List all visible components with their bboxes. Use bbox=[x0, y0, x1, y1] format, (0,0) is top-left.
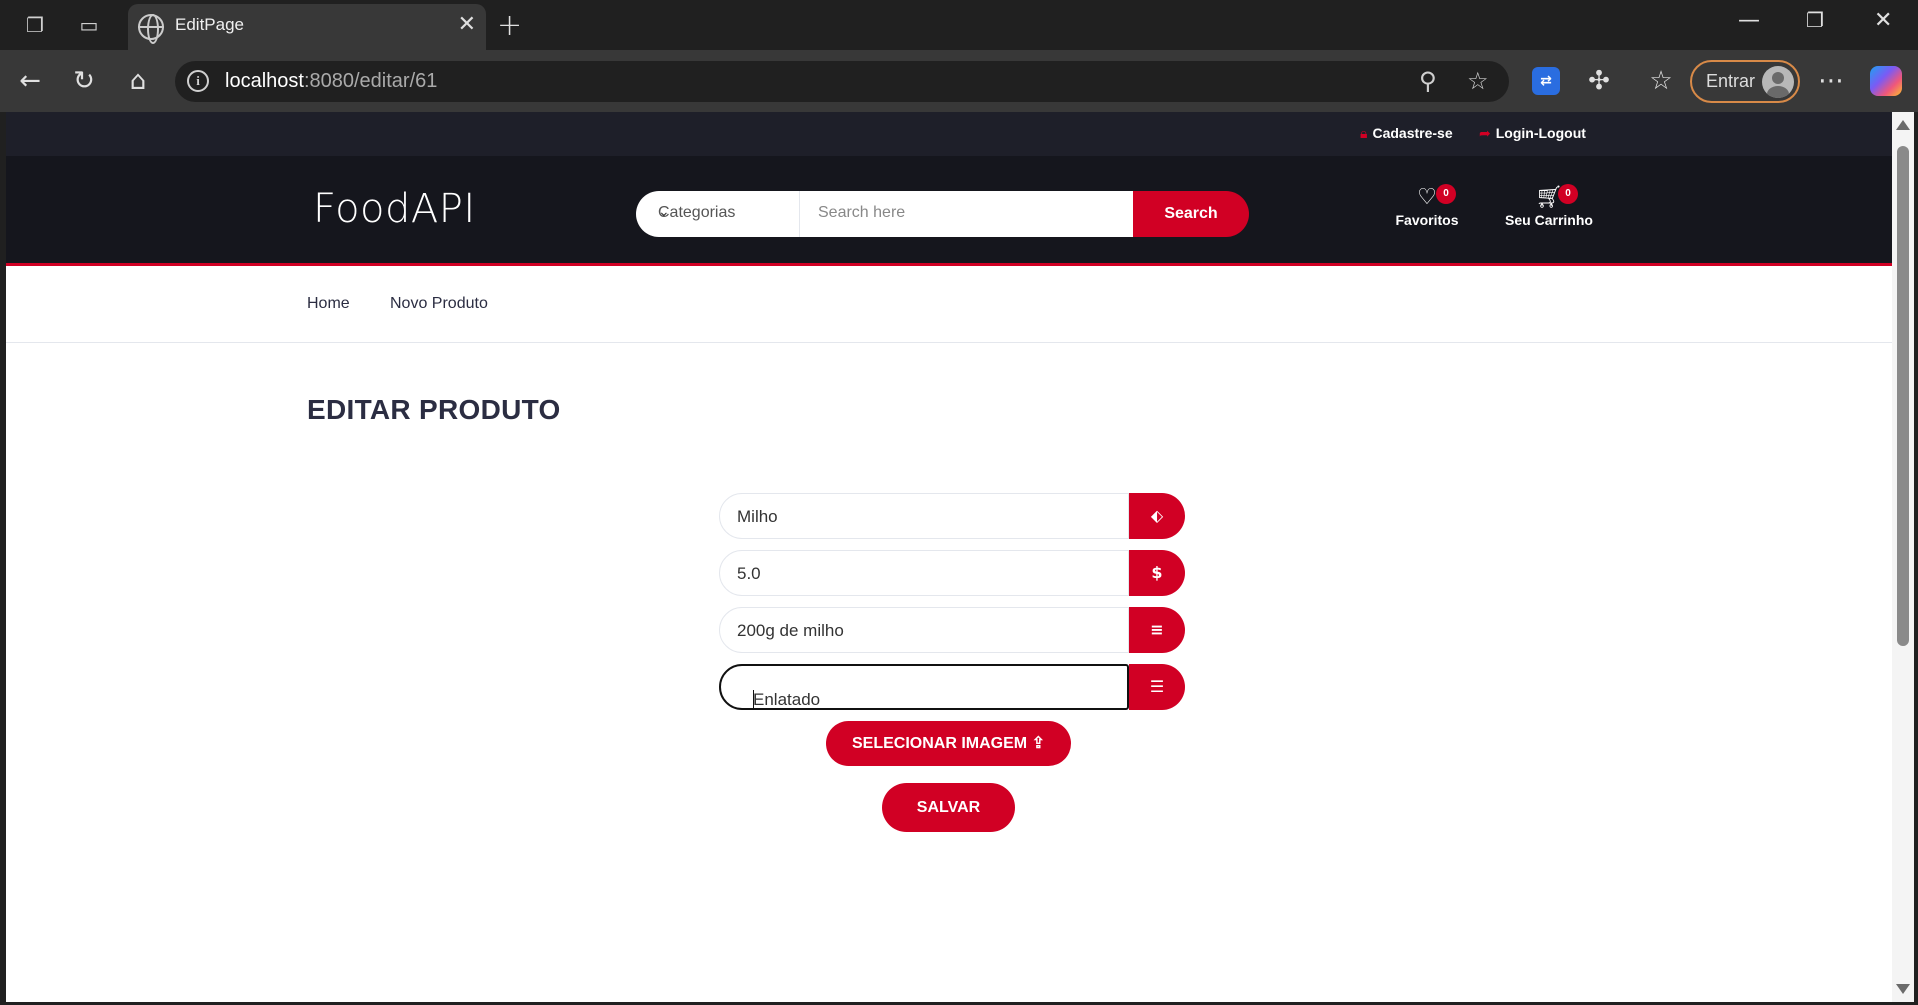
search-form: Categorias ⌄ Search here Search bbox=[636, 191, 1249, 237]
site-info-icon[interactable]: i bbox=[187, 70, 209, 92]
minimize-icon[interactable]: — bbox=[1738, 8, 1760, 33]
browser-toolbar: ← ↻ ⌂ i localhost:8080/editar/61 ⚲ ☆ ⇄ ✣… bbox=[0, 50, 1918, 112]
extensions-puzzle-icon[interactable]: ✣ bbox=[1582, 64, 1616, 98]
text-caret bbox=[753, 690, 754, 710]
new-tab-icon[interactable]: + bbox=[497, 8, 522, 43]
refresh-icon[interactable]: ↻ bbox=[67, 64, 101, 98]
product-category-input[interactable]: Enlatado bbox=[719, 664, 1129, 710]
browser-tab[interactable]: EditPage ✕ bbox=[128, 4, 486, 50]
zoom-icon[interactable]: ⚲ bbox=[1419, 67, 1437, 95]
product-category-field: Enlatado ☰ bbox=[719, 664, 1185, 710]
profile-button[interactable]: Entrar bbox=[1690, 60, 1800, 103]
align-left-icon: ≡ bbox=[1129, 607, 1185, 653]
url-text[interactable]: localhost:8080/editar/61 bbox=[225, 70, 437, 93]
close-window-icon[interactable]: ✕ bbox=[1874, 8, 1892, 33]
product-price-input[interactable]: 5.0 bbox=[719, 550, 1129, 596]
scroll-down-icon[interactable] bbox=[1896, 984, 1910, 994]
favorite-star-icon[interactable]: ☆ bbox=[1467, 67, 1489, 95]
cart-icon: 🛒︎ bbox=[1535, 184, 1563, 209]
login-logout-link[interactable]: ➦ Login-Logout bbox=[1479, 125, 1586, 142]
product-description-input[interactable]: 200g de milho bbox=[719, 607, 1129, 653]
globe-icon bbox=[138, 14, 164, 44]
top-header: 🔒︎ Cadastre-se ➦ Login-Logout bbox=[6, 112, 1892, 156]
save-button[interactable]: SALVAR bbox=[882, 783, 1015, 832]
product-price-field: 5.0 $ bbox=[719, 550, 1185, 596]
address-bar[interactable]: i localhost:8080/editar/61 ⚲ ☆ bbox=[175, 61, 1509, 102]
nav-item-novo-produto[interactable]: Novo Produto bbox=[390, 295, 488, 313]
chevron-down-icon: ⌄ bbox=[658, 203, 670, 219]
workspaces-icon[interactable]: ❐ bbox=[20, 10, 50, 40]
favorites-link[interactable]: ♡ Favoritos 0 bbox=[1382, 184, 1472, 228]
search-input[interactable]: Search here bbox=[800, 191, 1133, 237]
lock-icon: 🔒︎ bbox=[1360, 125, 1368, 141]
select-image-button[interactable]: SELECIONAR IMAGEM ⇪ bbox=[826, 721, 1071, 766]
main-header: FoodAPI Categorias ⌄ Search here Search … bbox=[6, 156, 1892, 266]
avatar bbox=[1762, 66, 1794, 98]
home-icon[interactable]: ⌂ bbox=[121, 64, 155, 98]
sign-out-icon: ➦ bbox=[1479, 125, 1491, 141]
tag-icon: ⬖ bbox=[1129, 493, 1185, 539]
scrollbar-thumb[interactable] bbox=[1897, 146, 1909, 646]
product-description-field: 200g de milho ≡ bbox=[719, 607, 1185, 653]
copilot-icon[interactable] bbox=[1870, 66, 1902, 96]
favorites-label: Favoritos bbox=[1395, 212, 1459, 228]
close-tab-icon[interactable]: ✕ bbox=[458, 12, 476, 37]
category-select[interactable]: Categorias ⌄ bbox=[636, 191, 800, 237]
favorites-list-icon[interactable]: ☆ bbox=[1644, 64, 1678, 98]
main-navigation: Home Novo Produto bbox=[6, 269, 1892, 343]
upload-icon: ⇪ bbox=[1031, 735, 1045, 752]
restore-icon[interactable]: ❐ bbox=[1806, 8, 1824, 32]
logo[interactable]: FoodAPI bbox=[313, 186, 476, 232]
product-name-input[interactable]: Milho bbox=[719, 493, 1129, 539]
scroll-up-icon[interactable] bbox=[1896, 120, 1910, 130]
product-name-field: Milho ⬖ bbox=[719, 493, 1185, 539]
favorites-count-badge: 0 bbox=[1436, 184, 1456, 204]
tab-title: EditPage bbox=[175, 15, 244, 34]
more-options-icon[interactable]: ⋯ bbox=[1814, 64, 1848, 98]
nav-item-home[interactable]: Home bbox=[307, 295, 350, 313]
back-icon[interactable]: ← bbox=[13, 64, 47, 98]
profile-label: Entrar bbox=[1706, 71, 1756, 91]
dollar-icon: $ bbox=[1129, 550, 1185, 596]
page-title: EDITAR PRODUTO bbox=[307, 394, 561, 425]
cart-link[interactable]: 🛒︎ Seu Carrinho 0 bbox=[1494, 184, 1604, 228]
scrollbar[interactable] bbox=[1892, 112, 1914, 1002]
register-link[interactable]: 🔒︎ Cadastre-se bbox=[1360, 125, 1453, 142]
page-viewport: 🔒︎ Cadastre-se ➦ Login-Logout FoodAPI Cate… bbox=[6, 112, 1892, 1002]
heart-icon: ♡ bbox=[1417, 184, 1437, 209]
extension-icon[interactable]: ⇄ bbox=[1532, 67, 1560, 95]
search-button[interactable]: Search bbox=[1133, 191, 1249, 237]
list-icon: ☰ bbox=[1129, 664, 1185, 710]
cart-count-badge: 0 bbox=[1558, 184, 1578, 204]
tab-actions-icon[interactable]: ▭ bbox=[74, 10, 104, 40]
cart-label: Seu Carrinho bbox=[1505, 212, 1593, 228]
browser-tab-bar: ❐ ▭ EditPage ✕ + — ❐ ✕ bbox=[0, 0, 1918, 50]
